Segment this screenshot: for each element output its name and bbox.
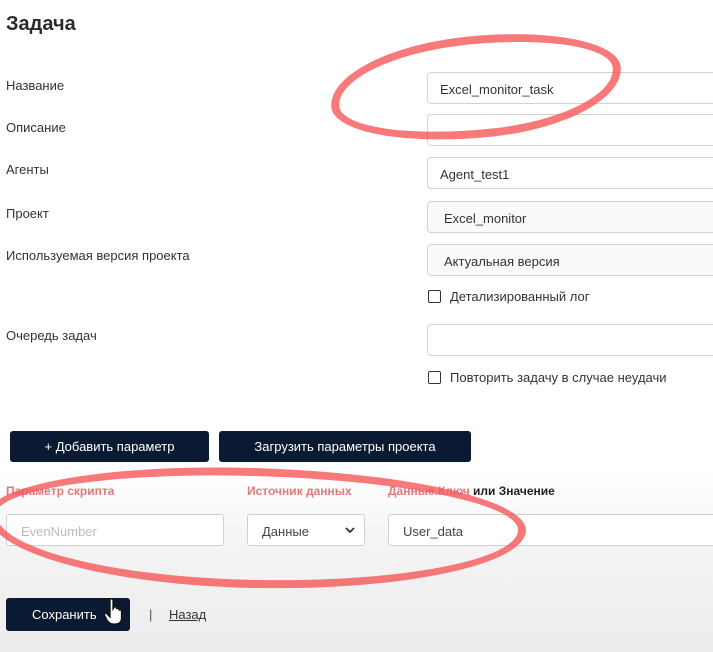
detailed-log-label: Детализированный лог [450,289,590,304]
back-link[interactable]: Назад [169,607,206,622]
source-value: Данные [262,524,309,539]
value-input[interactable]: User_data [388,514,713,546]
add-param-button[interactable]: + Добавить параметр [10,431,209,462]
param-name-input[interactable]: EvenNumber [6,514,224,546]
chevron-down-icon [345,527,355,534]
queue-field[interactable] [427,324,713,356]
save-label: Сохранить [32,607,97,622]
name-label: Название [6,78,65,93]
retry-checkbox[interactable]: Повторить задачу в случае неудачи [428,370,667,385]
header-value-rest: или Значение [469,484,555,498]
load-params-button[interactable]: Загрузить параметры проекта [219,431,471,462]
project-label: Проект [6,206,49,221]
checkbox-box[interactable] [428,290,441,303]
name-field[interactable]: Excel_monitor_task [427,72,713,104]
queue-label: Очередь задач [6,328,97,343]
page-title: Задача [6,13,76,35]
header-value: Данные.Ключ или Значение [388,484,555,498]
agents-field[interactable]: Agent_test1 [427,157,713,189]
project-version-select[interactable]: Актуальная версия [427,244,713,276]
header-value-key: Данные.Ключ [388,484,470,498]
checkbox-box[interactable] [428,371,441,384]
project-select[interactable]: Excel_monitor [427,201,713,233]
detailed-log-checkbox[interactable]: Детализированный лог [428,289,589,304]
description-label: Описание [6,120,66,135]
project-version-label: Используемая версия проекта [6,248,190,263]
retry-label: Повторить задачу в случае неудачи [450,370,667,385]
separator: | [149,607,153,622]
description-field[interactable] [427,114,713,146]
header-source: Источник данных [247,484,352,498]
agents-label: Агенты [6,162,49,177]
source-select[interactable]: Данные [247,514,365,546]
hand-cursor-icon [103,598,123,625]
header-param: Параметр скрипта [6,484,115,498]
